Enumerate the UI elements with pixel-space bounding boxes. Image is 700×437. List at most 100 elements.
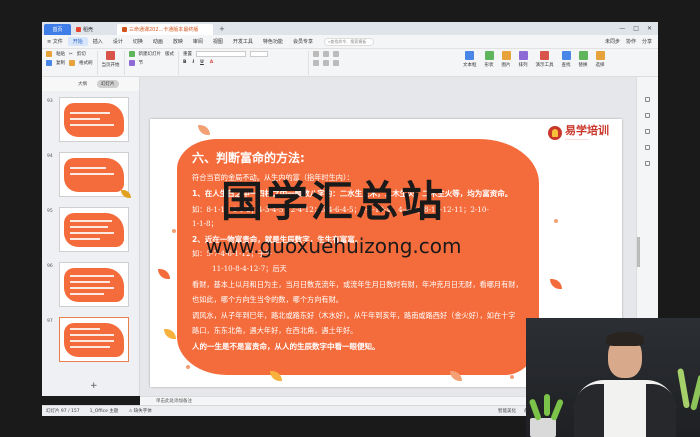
select-tool[interactable]: 选择: [592, 51, 609, 68]
sidebar-tool-icon[interactable]: [645, 145, 650, 150]
textbox-tool[interactable]: 文本框: [459, 51, 481, 68]
menu-animation[interactable]: 动画: [148, 38, 168, 45]
slide-thumbnail[interactable]: [59, 207, 129, 252]
indent-icon[interactable]: [333, 51, 339, 57]
layout-button[interactable]: 版式: [165, 51, 174, 57]
align-left-icon[interactable]: [313, 60, 319, 66]
vertical-scrollbar[interactable]: [637, 237, 640, 267]
watermark-title: 国学汇总站: [221, 177, 447, 226]
section-button[interactable]: 节: [139, 60, 144, 66]
picture-tool[interactable]: 图片: [498, 51, 515, 68]
tab-outline[interactable]: 大纲: [78, 81, 87, 87]
menu-features[interactable]: 特色功能: [258, 38, 288, 45]
textbox-label: 文本框: [463, 63, 477, 68]
slide-text-line: 11-10-8-4-12-7；后天: [212, 264, 287, 273]
logo-icon: [548, 126, 562, 140]
slides-group: 新建幻灯片 版式 节: [125, 51, 179, 75]
slide-text-line: 人的一生是不是富贵命，从人的生辰数字中看一眼便知。: [192, 342, 380, 351]
missing-font-label: 缺失字体: [133, 409, 152, 414]
sidebar-tool-icon[interactable]: [645, 161, 650, 166]
file-menu[interactable]: ≡ 文件: [42, 38, 68, 45]
add-slide-button[interactable]: +: [90, 381, 98, 391]
menu-review[interactable]: 审阅: [188, 38, 208, 45]
italic-icon[interactable]: I: [192, 60, 194, 65]
new-slide-icon: [128, 51, 135, 57]
font-size-select[interactable]: [250, 51, 268, 57]
presentation-icon: [540, 51, 549, 60]
tab-home[interactable]: 首页: [44, 24, 71, 35]
title-bar: 首页 稻壳 三命通课202...卡通版本最终版 + — □ ✕: [42, 22, 658, 35]
select-label: 选择: [595, 63, 605, 68]
menu-slideshow[interactable]: 放映: [168, 38, 188, 45]
command-search[interactable]: ⌕ 查找命令、搜索模板: [323, 37, 374, 46]
new-slide-button[interactable]: 新建幻灯片: [139, 51, 162, 57]
slide-thumbnail-selected[interactable]: [59, 317, 129, 362]
slide-text-line: 1-1-8；: [192, 219, 218, 228]
sync-status[interactable]: 未同步: [605, 38, 620, 45]
font-group: 重置 B I U A: [179, 51, 309, 75]
tab-slides[interactable]: 幻灯片: [97, 80, 119, 88]
slide-heading: 六、判断富命的方法:: [192, 151, 305, 165]
menu-transition[interactable]: 切换: [128, 38, 148, 45]
picture-icon: [501, 51, 511, 60]
shape-tool[interactable]: 形状: [481, 51, 498, 68]
slide-thumbnail[interactable]: [59, 97, 129, 142]
bullets-icon[interactable]: [313, 51, 319, 57]
slide-thumbnail[interactable]: [59, 262, 129, 307]
slide-text-line: 调风水，从子年到巳年，路北或路东好（木水好）。从午年到亥年，路南或路西好（金火好…: [192, 311, 516, 320]
collaborate-button[interactable]: 协作: [626, 38, 636, 45]
align-center-icon[interactable]: [323, 60, 329, 66]
replace-tool[interactable]: 替换: [575, 51, 592, 68]
menu-insert[interactable]: 插入: [88, 38, 108, 45]
minimize-button[interactable]: —: [619, 25, 625, 32]
arrange-tool[interactable]: 排列: [515, 51, 532, 68]
sidebar-tool-icon[interactable]: [645, 129, 650, 134]
new-tab-button[interactable]: +: [213, 25, 231, 33]
tab-docer-label: 稻壳: [83, 27, 94, 33]
find-label: 查找: [561, 63, 571, 68]
notes-placeholder: 单击此处添加备注: [156, 399, 192, 404]
font-family-select[interactable]: [196, 51, 246, 57]
slide-thumbnail-panel[interactable]: 93 94 95 96 97 +: [42, 91, 140, 396]
align-right-icon[interactable]: [333, 60, 339, 66]
numbering-icon[interactable]: [323, 51, 329, 57]
menu-design[interactable]: 设计: [108, 38, 128, 45]
missing-font-indicator[interactable]: ⚠ 缺失字体: [128, 408, 151, 414]
tab-document[interactable]: 三命通课202...卡通版本最终版: [117, 24, 213, 35]
slide-thumbnail[interactable]: [59, 152, 131, 198]
share-button[interactable]: 分享: [642, 38, 652, 45]
menu-start[interactable]: 开始: [67, 37, 88, 46]
sidebar-tool-icon[interactable]: [645, 97, 650, 102]
tab-docer[interactable]: 稻壳: [71, 24, 117, 35]
dot-decoration: [554, 219, 558, 223]
cut-button[interactable]: 剪切: [77, 51, 86, 57]
menu-member[interactable]: 会员专享: [288, 38, 318, 45]
font-color-icon[interactable]: A: [210, 60, 213, 65]
replace-label: 替换: [578, 63, 588, 68]
dot-decoration: [186, 365, 190, 369]
bold-icon[interactable]: B: [183, 60, 186, 65]
close-button[interactable]: ✕: [647, 25, 652, 32]
leaf-decoration: [164, 329, 176, 339]
maximize-button[interactable]: □: [633, 25, 639, 32]
panel-header: 大纲 幻灯片: [42, 77, 140, 91]
paste-button[interactable]: 粘贴: [56, 51, 65, 57]
menu-view[interactable]: 视图: [208, 38, 228, 45]
underline-icon[interactable]: U: [200, 60, 204, 65]
sidebar-tool-icon[interactable]: [645, 113, 650, 118]
reset-button[interactable]: 重置: [183, 51, 192, 57]
presentation-tool[interactable]: 演示工具: [532, 51, 558, 68]
thumb-number: 96: [47, 264, 53, 269]
textbox-icon: [465, 51, 475, 60]
format-painter-button[interactable]: 格式刷: [79, 60, 93, 66]
select-icon: [595, 51, 605, 60]
find-tool[interactable]: 查找: [558, 51, 575, 68]
presenter-jacket: [646, 384, 676, 437]
copy-button[interactable]: 复制: [56, 60, 65, 66]
webcam-overlay: [526, 318, 700, 437]
cut-icon: ✂: [69, 51, 73, 57]
menu-developer[interactable]: 开发工具: [228, 38, 258, 45]
smart-beautify-button[interactable]: 智能美化: [498, 408, 516, 414]
tab-document-label: 三命通课202...卡通版本最终版: [129, 27, 199, 33]
play-from-current-button[interactable]: 当页开始: [102, 62, 120, 68]
